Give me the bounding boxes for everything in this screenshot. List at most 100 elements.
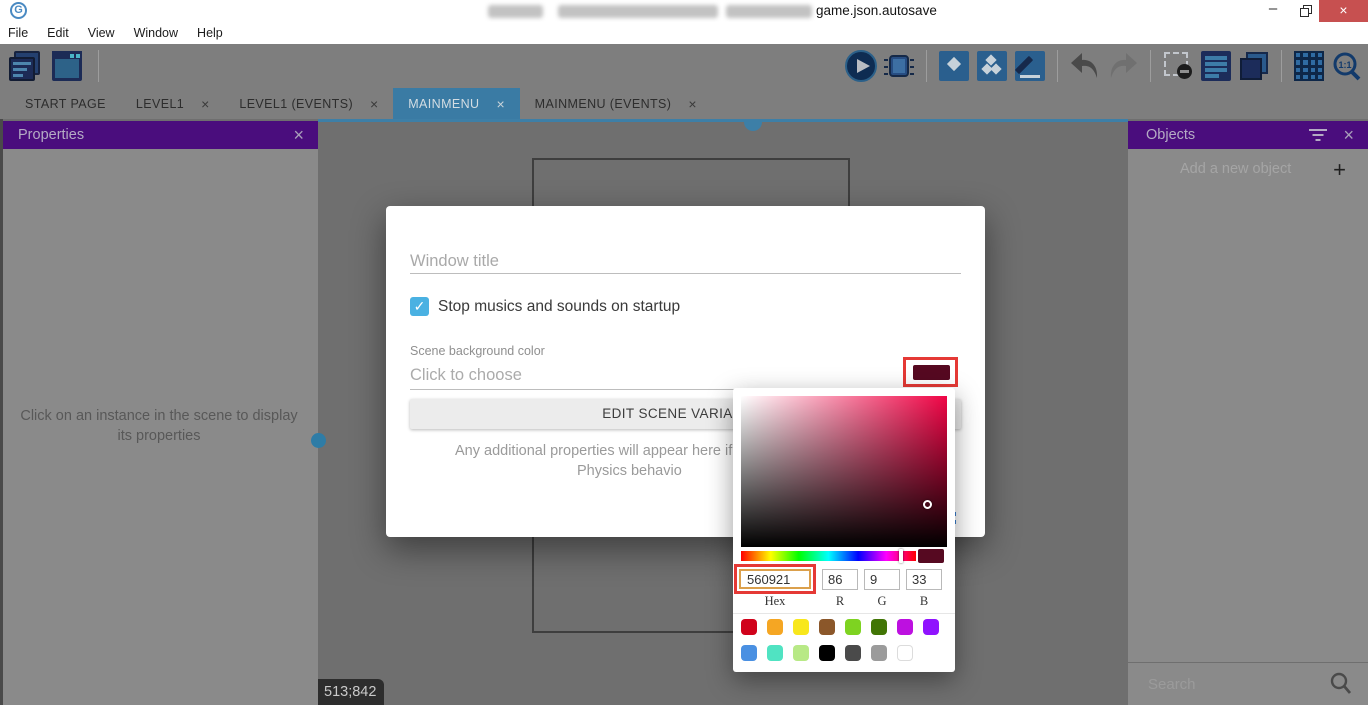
menu-file[interactable]: File bbox=[8, 26, 39, 40]
menu-view[interactable]: View bbox=[88, 26, 126, 40]
tab-close-icon[interactable]: × bbox=[496, 96, 504, 112]
tab-start-page[interactable]: START PAGE bbox=[10, 88, 121, 119]
menu-window[interactable]: Window bbox=[134, 26, 189, 40]
preset-swatch[interactable] bbox=[923, 619, 939, 635]
menu-bar: File Edit View Window Help bbox=[0, 22, 1368, 44]
tab-bar: START PAGELEVEL1×LEVEL1 (EVENTS)×MAINMEN… bbox=[0, 88, 1368, 119]
green-input[interactable] bbox=[864, 569, 900, 590]
properties-panel: Properties × Click on an instance in the… bbox=[0, 121, 318, 705]
hex-label: Hex bbox=[740, 594, 810, 609]
tab-label: LEVEL1 (EVENTS) bbox=[239, 97, 353, 111]
saturation-pointer[interactable] bbox=[923, 500, 932, 509]
saturation-value-area[interactable] bbox=[741, 396, 947, 547]
menu-edit[interactable]: Edit bbox=[47, 26, 80, 40]
properties-panel-header: Properties × bbox=[0, 121, 318, 149]
tab-label: MAINMENU (EVENTS) bbox=[535, 97, 672, 111]
window-title-text: game.json.autosave bbox=[816, 3, 937, 18]
mask-icon[interactable] bbox=[1161, 49, 1195, 83]
properties-panel-title: Properties bbox=[18, 127, 293, 143]
tab-mainmenu-events[interactable]: MAINMENU (EVENTS) × bbox=[520, 88, 712, 119]
red-input[interactable] bbox=[822, 569, 858, 590]
preset-swatch[interactable] bbox=[845, 619, 861, 635]
undo-icon[interactable] bbox=[1068, 49, 1102, 83]
title-bar: G game.json.autosave – × bbox=[0, 0, 1368, 22]
blue-input[interactable] bbox=[906, 569, 942, 590]
preset-swatch[interactable] bbox=[819, 645, 835, 661]
menu-help[interactable]: Help bbox=[197, 26, 234, 40]
search-icon bbox=[1330, 672, 1352, 701]
preview-icon[interactable] bbox=[844, 49, 878, 83]
close-window-button[interactable]: × bbox=[1319, 0, 1368, 22]
minimize-button[interactable]: – bbox=[1258, 0, 1288, 22]
field-underline bbox=[410, 273, 961, 274]
grid-icon[interactable] bbox=[1292, 49, 1326, 83]
render-view-icon[interactable] bbox=[937, 49, 971, 83]
close-icon[interactable]: × bbox=[293, 125, 304, 146]
close-icon[interactable]: × bbox=[1343, 125, 1354, 146]
preset-swatch[interactable] bbox=[767, 645, 783, 661]
panel-divider-horizontal[interactable] bbox=[318, 119, 1128, 122]
tab-label: START PAGE bbox=[25, 97, 106, 111]
edit-mode-icon[interactable] bbox=[1013, 49, 1047, 83]
toolbar-separator bbox=[1150, 50, 1151, 82]
hue-slider-handle[interactable] bbox=[899, 549, 903, 563]
filter-icon[interactable] bbox=[1309, 129, 1327, 141]
preset-swatch[interactable] bbox=[871, 619, 887, 635]
gdevelop-logo-icon: G bbox=[10, 2, 27, 19]
preset-swatch[interactable] bbox=[819, 619, 835, 635]
start-page-icon[interactable] bbox=[50, 49, 84, 83]
background-color-label: Scene background color bbox=[410, 344, 545, 358]
click-annotation-rectangle bbox=[903, 357, 958, 387]
toolbar-separator bbox=[1057, 50, 1058, 82]
panel-drag-handle[interactable] bbox=[311, 433, 326, 448]
color-picker-popup: Hex R G B bbox=[733, 388, 955, 672]
preset-swatch[interactable] bbox=[793, 645, 809, 661]
preset-swatch[interactable] bbox=[767, 619, 783, 635]
stop-music-label: Stop musics and sounds on startup bbox=[438, 298, 680, 316]
restore-button[interactable] bbox=[1292, 0, 1322, 22]
hex-input[interactable] bbox=[739, 569, 811, 589]
search-input[interactable] bbox=[1148, 672, 1318, 696]
tab-level1[interactable]: LEVEL1 × bbox=[121, 88, 224, 119]
stop-music-checkbox[interactable]: ✓ bbox=[410, 297, 429, 316]
toolbar: 1:1 bbox=[0, 44, 1368, 88]
preset-swatch[interactable] bbox=[845, 645, 861, 661]
g-label: G bbox=[864, 594, 900, 609]
properties-empty-message: Click on an instance in the scene to dis… bbox=[20, 406, 298, 446]
redacted-path-blob bbox=[558, 5, 718, 18]
window-left-edge bbox=[0, 119, 3, 705]
layers-icon[interactable] bbox=[1237, 49, 1271, 83]
click-annotation-rectangle bbox=[734, 564, 816, 594]
search-row bbox=[1128, 662, 1368, 705]
preset-swatch[interactable] bbox=[741, 619, 757, 635]
preset-swatch[interactable] bbox=[897, 619, 913, 635]
toolbar-separator bbox=[98, 50, 99, 82]
preset-divider bbox=[733, 613, 955, 614]
tab-close-icon[interactable]: × bbox=[201, 96, 209, 112]
objects-panel: Objects × Add a new object + bbox=[1128, 121, 1368, 705]
hue-slider-bar[interactable] bbox=[741, 551, 916, 561]
preset-swatch[interactable] bbox=[793, 619, 809, 635]
cursor-coordinates-badge: 513;842 bbox=[318, 679, 384, 705]
tab-label: LEVEL1 bbox=[136, 97, 184, 111]
add-icon[interactable]: + bbox=[1333, 157, 1346, 183]
debug-icon[interactable] bbox=[882, 49, 916, 83]
toolbar-separator bbox=[1281, 50, 1282, 82]
background-color-field[interactable]: Click to choose bbox=[410, 366, 522, 385]
preset-swatch[interactable] bbox=[741, 645, 757, 661]
tab-close-icon[interactable]: × bbox=[688, 96, 696, 112]
tab-level1-events[interactable]: LEVEL1 (EVENTS) × bbox=[224, 88, 393, 119]
objects-view-icon[interactable] bbox=[975, 49, 1009, 83]
project-manager-icon[interactable] bbox=[8, 49, 42, 83]
window-title-field[interactable]: Window title bbox=[410, 252, 499, 271]
preset-swatch[interactable] bbox=[897, 645, 913, 661]
zoom-original-icon[interactable]: 1:1 bbox=[1330, 49, 1364, 83]
scene-background-color-swatch[interactable] bbox=[913, 365, 950, 380]
objects-panel-title: Objects bbox=[1146, 127, 1309, 143]
tab-label: MAINMENU bbox=[408, 97, 479, 111]
tab-mainmenu[interactable]: MAINMENU × bbox=[393, 88, 519, 119]
tab-close-icon[interactable]: × bbox=[370, 96, 378, 112]
redo-icon[interactable] bbox=[1106, 49, 1140, 83]
instances-list-icon[interactable] bbox=[1199, 49, 1233, 83]
preset-swatch[interactable] bbox=[871, 645, 887, 661]
